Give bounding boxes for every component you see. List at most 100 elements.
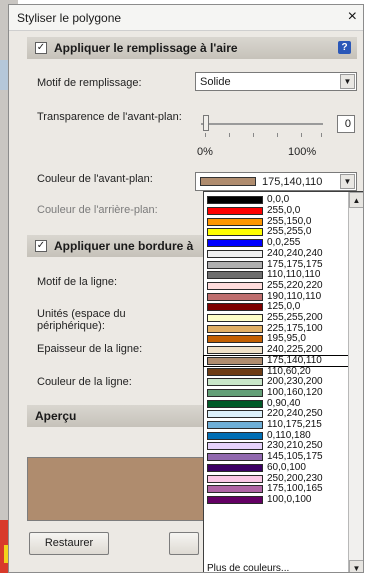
color-option-label: 0,0,255 [267, 237, 301, 249]
color-option[interactable]: 110,110,110 [204, 270, 348, 281]
color-option-label: 255,255,200 [267, 312, 323, 324]
color-swatch [207, 388, 263, 397]
color-swatch [207, 431, 263, 440]
transparency-input[interactable]: 0 [337, 115, 355, 133]
thickness-label: Epaisseur de la ligne: [37, 343, 143, 355]
color-option-label: 175,140,110 [267, 354, 322, 366]
close-icon[interactable]: × [348, 8, 357, 26]
fill-section-header: ✓ Appliquer le remplissage à l'aire ? [27, 37, 357, 59]
color-option[interactable]: 240,225,200 [204, 345, 348, 356]
restore-button[interactable]: Restaurer [29, 532, 109, 555]
color-option-label: 250,200,230 [267, 472, 323, 484]
color-swatch [207, 207, 263, 216]
color-option-label: 100,0,100 [267, 493, 312, 505]
color-swatch [207, 410, 263, 419]
color-option[interactable]: 60,0,100 [204, 461, 348, 474]
slider-tick [205, 133, 206, 137]
bg-color-label: Couleur de l'arrière-plan: [37, 204, 158, 216]
slider-tick [253, 133, 254, 137]
color-option[interactable]: 100,160,120 [204, 386, 348, 399]
color-option-label: 255,150,0 [267, 215, 312, 227]
color-swatch [207, 249, 263, 258]
color-option-label: 125,0,0 [267, 301, 301, 313]
color-swatch [207, 453, 263, 462]
fill-pattern-select[interactable]: Solide ▼ [195, 72, 357, 91]
color-option-label: 110,60,20 [267, 365, 311, 377]
color-option[interactable]: 175,140,110 [203, 354, 349, 368]
help-icon[interactable]: ? [338, 41, 351, 54]
fill-section-label: Appliquer le remplissage à l'aire [54, 41, 238, 55]
units-label: Unités (espace du périphérique): [37, 308, 126, 332]
color-option-label: 145,105,175 [267, 451, 323, 463]
fill-pattern-value: Solide [200, 75, 231, 88]
color-option[interactable]: 255,255,200 [204, 313, 348, 324]
slider-min-label: 0% [197, 146, 213, 158]
color-swatch [207, 346, 263, 355]
color-option-label: 190,110,110 [267, 290, 322, 302]
more-colors-link[interactable]: Plus de couleurs... [207, 563, 289, 572]
fg-color-value: 175,140,110 [262, 175, 323, 188]
color-option[interactable]: 100,0,100 [204, 493, 348, 506]
color-option-label: 100,160,120 [267, 386, 323, 398]
border-checkbox[interactable]: ✓ [35, 240, 47, 252]
color-swatch [207, 217, 263, 226]
dropdown-scrollbar[interactable]: ▲ ▼ [348, 192, 363, 572]
color-dropdown-list[interactable]: 0,0,0 255,0,0 255,150,0 255,255,0 0,0,255 240… [203, 191, 363, 572]
line-color-label: Couleur de la ligne: [37, 376, 132, 388]
transparency-slider-thumb[interactable] [203, 115, 209, 131]
color-option-label: 240,240,240 [267, 247, 323, 259]
color-option-label: 240,225,200 [267, 344, 323, 356]
color-swatch [207, 474, 263, 483]
color-swatch [207, 463, 263, 472]
color-swatch [207, 356, 263, 365]
slider-tick [277, 133, 278, 137]
fill-checkbox[interactable]: ✓ [35, 42, 47, 54]
color-swatch [207, 495, 263, 504]
color-option-label: 200,230,200 [267, 376, 323, 388]
fg-color-select[interactable]: 175,140,110 ▼ [195, 172, 357, 191]
border-section-label: Appliquer une bordure à [54, 239, 194, 253]
chevron-down-icon[interactable]: ▼ [340, 174, 355, 189]
color-option-label: 255,255,0 [267, 226, 312, 238]
color-swatch [207, 442, 263, 451]
color-option-label: 195,95,0 [267, 333, 306, 345]
color-option[interactable]: 255,220,220 [204, 280, 348, 292]
color-option-label: 255,0,0 [267, 205, 301, 217]
color-option-label: 220,240,250 [267, 408, 323, 420]
color-swatch [207, 378, 263, 387]
scroll-down-icon[interactable]: ▼ [349, 560, 363, 572]
color-option-label: 0,90,40 [267, 397, 301, 409]
slider-max-label: 100% [288, 146, 317, 158]
slider-tick [229, 133, 230, 137]
color-option-label: 60,0,100 [267, 461, 306, 473]
color-option-label: 110,175,215 [267, 419, 322, 431]
color-swatch [207, 239, 263, 248]
color-option[interactable]: 200,230,200 [204, 377, 348, 388]
color-option-label: 175,100,165 [267, 483, 323, 495]
slider-tick [301, 133, 302, 137]
color-swatch [207, 271, 263, 280]
color-option-label: 230,210,250 [267, 440, 323, 452]
color-swatch [207, 303, 263, 312]
line-pattern-label: Motif de la ligne: [37, 276, 118, 288]
color-option[interactable]: 145,105,175 [204, 452, 348, 463]
transparency-slider-track[interactable] [201, 123, 323, 125]
chevron-down-icon[interactable]: ▼ [340, 74, 355, 89]
color-swatch [207, 485, 263, 494]
color-swatch [207, 367, 263, 376]
color-swatch [207, 399, 263, 408]
color-option[interactable]: 0,0,255 [204, 238, 348, 249]
preview-section-label: Aperçu [35, 409, 77, 423]
dialog-title: Styliser le polygone [17, 10, 122, 25]
color-option[interactable]: 240,240,240 [204, 247, 348, 260]
color-option-label: 110,110,110 [267, 269, 321, 281]
color-option-label: 0,0,0 [267, 194, 290, 206]
color-swatch [207, 335, 263, 344]
color-option[interactable]: 175,100,165 [204, 484, 348, 495]
color-option[interactable]: 110,175,215 [204, 420, 348, 431]
ok-button[interactable] [169, 532, 199, 555]
color-swatch [207, 421, 263, 430]
fill-pattern-label: Motif de remplissage: [37, 77, 142, 89]
scroll-up-icon[interactable]: ▲ [349, 192, 363, 208]
color-option[interactable]: 255,0,0 [204, 206, 348, 217]
